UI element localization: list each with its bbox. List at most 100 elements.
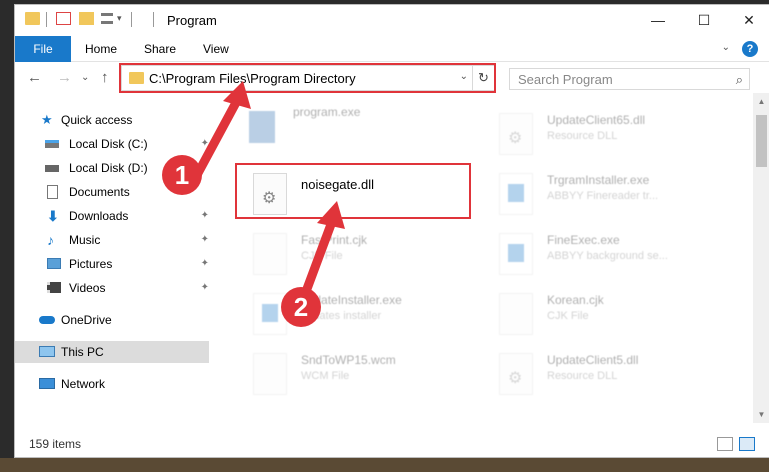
exe-file-icon xyxy=(499,233,533,275)
file-item[interactable]: ⚙ UpdateClient5.dll Resource DLL xyxy=(499,351,739,403)
tab-home[interactable]: Home xyxy=(85,36,117,62)
sidebar-item-label: Documents xyxy=(69,185,130,199)
network-icon xyxy=(39,378,55,389)
sidebar-item-label: Pictures xyxy=(69,257,113,271)
step-2-badge: 2 xyxy=(281,287,321,327)
new-folder-icon[interactable] xyxy=(79,12,94,25)
file-type: CJK File xyxy=(301,250,343,262)
sidebar-item-label: Videos xyxy=(69,281,106,295)
file-highlight-box xyxy=(235,163,471,219)
file-item[interactable]: FastPrint.cjk CJK File xyxy=(253,231,493,283)
sidebar-item-videos[interactable]: Videos ✦ xyxy=(15,277,209,299)
customize-dropdown-icon[interactable]: ▾ xyxy=(117,13,122,24)
computer-icon xyxy=(39,346,55,357)
file-item[interactable]: Korean.cjk CJK File xyxy=(499,291,739,343)
documents-icon xyxy=(47,185,58,199)
file-item[interactable]: SndToWP15.wcm WCM File xyxy=(253,351,493,403)
file-icon xyxy=(253,353,287,395)
dll-file-icon: ⚙ xyxy=(499,113,533,155)
divider xyxy=(131,12,132,27)
sidebar-item-label: OneDrive xyxy=(61,313,112,327)
file-name: TrgramInstaller.exe xyxy=(547,173,650,187)
file-type: CJK File xyxy=(547,310,589,322)
address-highlight-box xyxy=(119,63,496,93)
cloud-icon xyxy=(39,316,55,324)
close-button[interactable]: ✕ xyxy=(726,5,769,35)
properties-icon[interactable] xyxy=(56,12,71,25)
status-bar: 159 items xyxy=(15,433,769,457)
sidebar-item-label: Music xyxy=(69,233,101,247)
step-1-badge: 1 xyxy=(162,155,202,195)
tab-share[interactable]: Share xyxy=(144,36,176,62)
sidebar-item-label: Network xyxy=(61,377,106,391)
minimize-button[interactable]: — xyxy=(635,5,681,35)
scroll-down-icon[interactable]: ▼ xyxy=(753,406,769,423)
search-input[interactable]: Search Program xyxy=(518,72,613,87)
scroll-up-icon[interactable]: ▲ xyxy=(753,93,769,110)
file-type: ABBYY background se... xyxy=(547,250,668,262)
file-type: Resource DLL xyxy=(547,370,618,382)
file-name: FastPrint.cjk xyxy=(301,233,368,247)
sidebar-item-pictures[interactable]: Pictures ✦ xyxy=(15,253,209,275)
maximize-button[interactable]: ☐ xyxy=(681,5,727,35)
file-type: ABBYY Finereader tr... xyxy=(547,190,659,202)
file-name: UpdateClient65.dll xyxy=(547,113,646,127)
explorer-window: ▾ Program — ☐ ✕ File Home Share View ⌄ ?… xyxy=(14,4,769,458)
sidebar-item-local-disk-c[interactable]: Local Disk (C:) ✦ xyxy=(15,133,209,155)
sidebar-item-downloads[interactable]: ⬇ Downloads ✦ xyxy=(15,205,209,227)
file-item[interactable]: program.exe xyxy=(245,103,485,155)
search-box[interactable]: Search Program ⌕ xyxy=(509,68,750,90)
sidebar-item-label: This PC xyxy=(61,345,104,359)
divider xyxy=(46,12,47,27)
forward-button[interactable]: → xyxy=(57,69,72,86)
large-icons-view-icon[interactable] xyxy=(739,437,755,451)
file-name: FineExec.exe xyxy=(547,233,620,247)
file-name: Korean.cjk xyxy=(547,293,604,307)
sidebar-item-onedrive[interactable]: OneDrive xyxy=(15,309,209,331)
sidebar-item-network[interactable]: Network xyxy=(15,373,209,395)
sidebar-item-music[interactable]: ♪ Music ✦ xyxy=(15,229,209,251)
star-icon: ★ xyxy=(41,112,53,127)
pin-icon: ✦ xyxy=(200,258,209,269)
file-item[interactable]: FineExec.exe ABBYY background se... xyxy=(499,231,739,283)
file-item[interactable]: ⚙ UpdateClient65.dll Resource DLL xyxy=(499,111,739,163)
tab-view[interactable]: View xyxy=(203,36,229,62)
help-icon[interactable]: ? xyxy=(742,41,758,57)
drive-icon xyxy=(45,165,59,172)
customize-toolbar-icon[interactable] xyxy=(101,13,113,24)
back-button[interactable]: ← xyxy=(27,69,42,86)
file-type: Resource DLL xyxy=(547,130,618,142)
tab-file[interactable]: File xyxy=(15,36,71,62)
ribbon-tabs: File Home Share View ⌄ ? xyxy=(15,36,769,62)
exe-file-icon xyxy=(245,105,279,147)
download-icon: ⬇ xyxy=(47,208,59,224)
file-name: program.exe xyxy=(293,105,361,119)
gear-icon: ⚙ xyxy=(508,130,523,147)
pin-icon: ✦ xyxy=(200,234,209,245)
recent-locations-button[interactable]: ⌄ xyxy=(81,72,89,83)
details-view-icon[interactable] xyxy=(717,437,733,451)
sidebar-item-quick-access[interactable]: ★ Quick access xyxy=(15,109,209,131)
sidebar-item-label: Local Disk (C:) xyxy=(69,137,148,151)
up-button[interactable]: ↑ xyxy=(101,69,109,86)
pin-icon: ✦ xyxy=(200,282,209,293)
folder-icon xyxy=(25,12,40,25)
file-item[interactable]: TrgramInstaller.exe ABBYY Finereader tr.… xyxy=(499,171,739,223)
scrollbar-thumb[interactable] xyxy=(756,115,767,167)
file-icon xyxy=(253,233,287,275)
sidebar-item-this-pc[interactable]: This PC xyxy=(15,341,209,363)
vertical-scrollbar[interactable]: ▲ ▼ xyxy=(753,93,769,423)
music-icon: ♪ xyxy=(47,232,54,248)
search-icon[interactable]: ⌕ xyxy=(736,72,743,88)
item-count: 159 items xyxy=(29,437,82,451)
pin-icon: ✦ xyxy=(200,138,209,149)
title-bar: ▾ Program — ☐ ✕ xyxy=(15,5,769,35)
videos-icon xyxy=(47,282,61,293)
desktop-background xyxy=(0,458,769,472)
divider xyxy=(153,12,154,27)
file-name: SndToWP15.wcm xyxy=(301,353,396,367)
navigation-bar: ← → ⌄ ↑ C:\Program Files\Program Directo… xyxy=(15,63,769,93)
expand-ribbon-icon[interactable]: ⌄ xyxy=(722,42,730,53)
window-title: Program xyxy=(167,13,217,28)
file-type: WCM File xyxy=(301,370,350,382)
